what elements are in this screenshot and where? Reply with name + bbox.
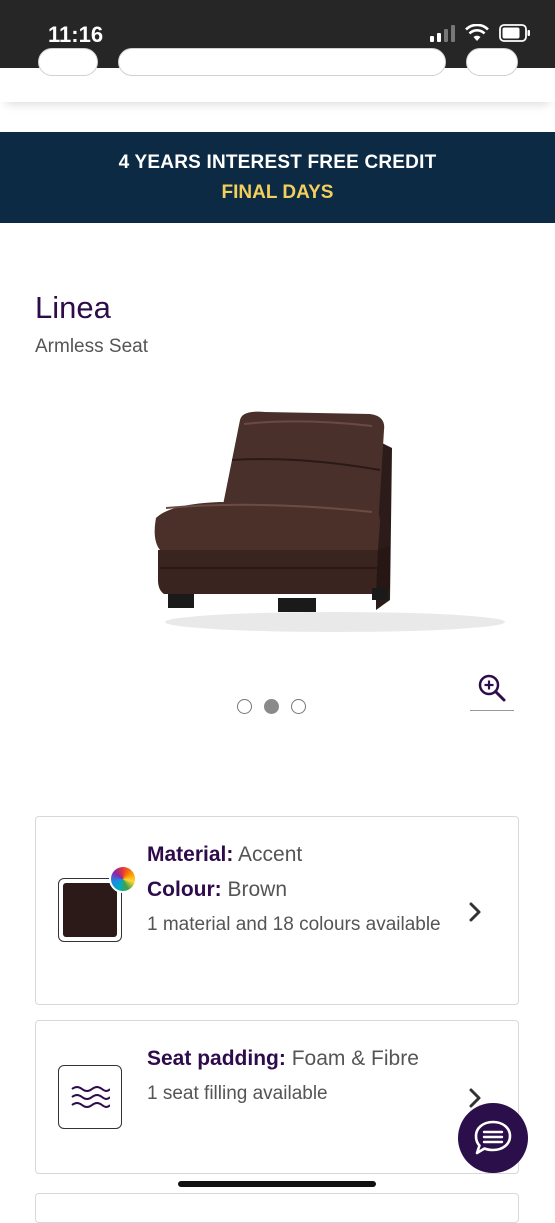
image-carousel-dots xyxy=(237,699,306,714)
product-image[interactable] xyxy=(140,400,520,670)
carousel-dot[interactable] xyxy=(237,699,252,714)
product-subtitle: Armless Seat xyxy=(35,336,148,357)
chat-button[interactable] xyxy=(458,1103,528,1173)
zoom-button[interactable] xyxy=(470,670,514,711)
material-availability: 1 material and 18 colours available xyxy=(147,914,441,935)
product-title: Linea xyxy=(35,290,111,325)
search-bar[interactable] xyxy=(118,48,446,76)
promo-banner[interactable]: 4 YEARS INTEREST FREE CREDIT FINAL DAYS xyxy=(0,132,555,223)
menu-button[interactable] xyxy=(38,48,98,76)
material-colour-text: Material: Accent Colour: Brown 1 materia… xyxy=(147,837,447,942)
next-option-card[interactable] xyxy=(35,1193,519,1223)
carousel-dot[interactable] xyxy=(291,699,306,714)
seat-filling-availability: 1 seat filling available xyxy=(147,1083,328,1104)
chevron-right-icon xyxy=(469,902,481,922)
seat-padding-icon-box xyxy=(58,1065,122,1129)
signal-icon xyxy=(430,24,455,42)
colour-label: Colour: xyxy=(147,878,222,901)
promo-headline: 4 YEARS INTEREST FREE CREDIT xyxy=(118,152,437,173)
status-icons xyxy=(430,24,531,42)
battery-icon xyxy=(499,24,530,42)
swatch-fill xyxy=(63,883,117,937)
material-colour-option[interactable]: Material: Accent Colour: Brown 1 materia… xyxy=(35,816,519,1005)
wifi-icon xyxy=(465,24,489,41)
colour-wheel-icon xyxy=(109,865,137,893)
material-label: Material: xyxy=(147,843,234,866)
zoom-in-icon xyxy=(478,674,506,702)
waves-icon xyxy=(71,1086,110,1108)
colour-value: Brown xyxy=(227,878,288,901)
home-indicator xyxy=(178,1181,376,1187)
seat-padding-label: Seat padding: xyxy=(147,1047,286,1070)
basket-button[interactable] xyxy=(466,48,518,76)
seat-padding-option[interactable]: Seat padding: Foam & Fibre 1 seat fillin… xyxy=(35,1020,519,1174)
promo-subline: FINAL DAYS xyxy=(221,182,334,203)
carousel-dot-active[interactable] xyxy=(264,699,279,714)
seat-padding-value: Foam & Fibre xyxy=(291,1047,419,1070)
top-navigation xyxy=(0,48,555,102)
seat-padding-text: Seat padding: Foam & Fibre 1 seat fillin… xyxy=(147,1041,447,1111)
status-time: 11:16 xyxy=(48,22,104,47)
chat-icon xyxy=(474,1120,512,1155)
material-value: Accent xyxy=(238,843,303,866)
